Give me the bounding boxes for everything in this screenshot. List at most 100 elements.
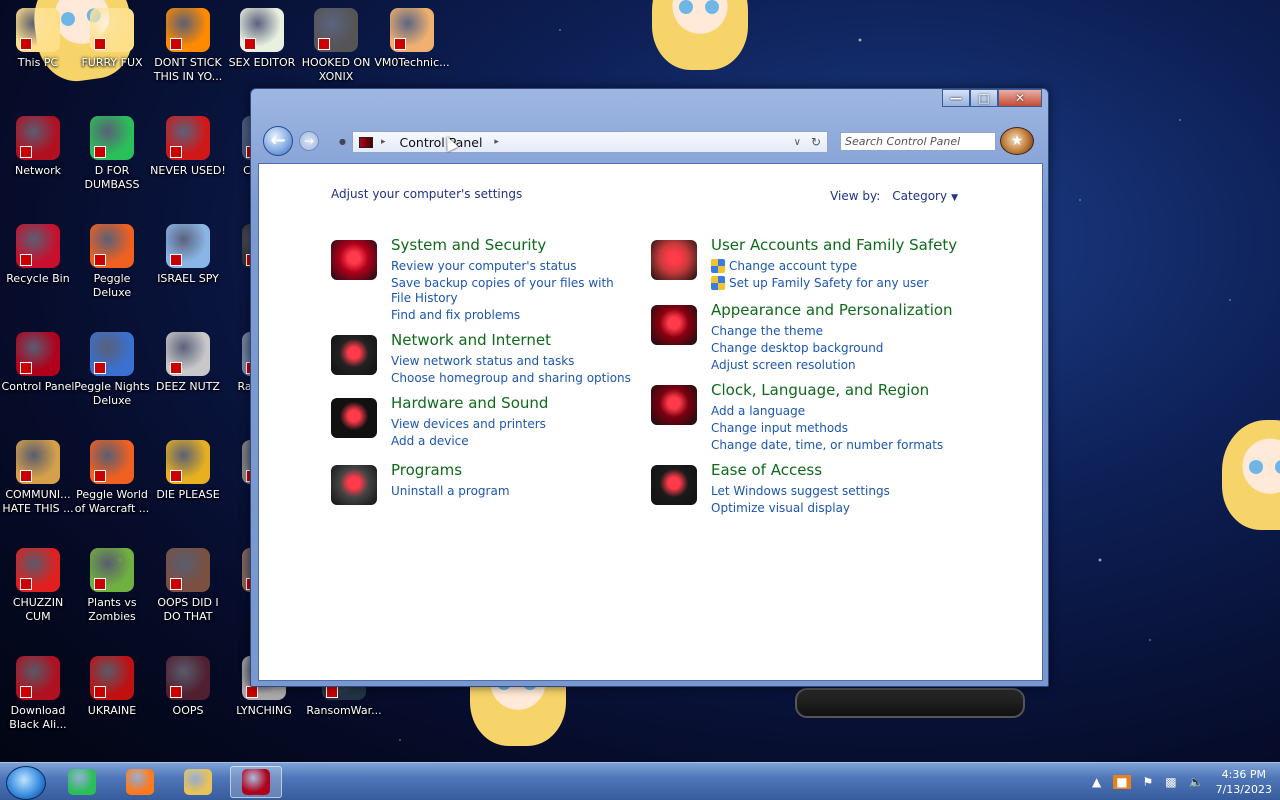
back-button[interactable]: ← — [263, 126, 293, 156]
desktop-icon[interactable]: OOPS DID I DO THAT — [150, 548, 226, 624]
flag-icon[interactable]: ⚑ — [1143, 775, 1154, 789]
category-link-text[interactable]: Add a device — [391, 434, 469, 449]
start-button[interactable] — [6, 766, 46, 800]
hardware-icon[interactable] — [331, 398, 377, 438]
desktop-icon[interactable]: OOPS — [150, 656, 226, 718]
desktop-icon[interactable]: COMMUNI... HATE THIS ... — [0, 440, 76, 516]
category-link[interactable]: Add a device — [391, 434, 631, 449]
chevron-up-icon[interactable]: ▲ — [1092, 775, 1101, 789]
taskbar-firefox[interactable] — [114, 766, 166, 798]
desktop-icon[interactable]: D FOR DUMBASS — [74, 116, 150, 192]
desktop-icon[interactable]: Network — [0, 116, 76, 178]
close-button[interactable]: ✕ — [998, 89, 1042, 107]
taskbar-control-panel[interactable] — [230, 766, 282, 798]
maximize-button[interactable]: □ — [970, 89, 998, 107]
desktop-icon[interactable]: NEVER USED! — [150, 116, 226, 178]
category-link[interactable]: Choose homegroup and sharing options — [391, 371, 631, 386]
category-link[interactable]: Find and fix problems — [391, 308, 631, 323]
desktop-icon[interactable]: This PC — [0, 8, 76, 70]
category-link-text[interactable]: Let Windows suggest settings — [711, 484, 890, 499]
desktop-icon[interactable]: VM0Technic... — [374, 8, 450, 70]
desktop-icon[interactable]: SEX EDITOR — [224, 8, 300, 70]
desktop-icon[interactable]: CHUZZIN CUM — [0, 548, 76, 624]
ease-icon[interactable] — [651, 465, 697, 505]
view-by-dropdown[interactable]: Category ▼ — [892, 189, 958, 203]
category-link-text[interactable]: Choose homegroup and sharing options — [391, 371, 631, 386]
category-title[interactable]: System and Security — [391, 236, 546, 254]
category-link[interactable]: Adjust screen resolution — [711, 358, 951, 373]
category-link-text[interactable]: Change the theme — [711, 324, 823, 339]
category-link[interactable]: Change date, time, or number formats — [711, 438, 951, 453]
category-title[interactable]: Programs — [391, 461, 462, 479]
users-icon[interactable] — [651, 240, 697, 280]
search-input[interactable] — [840, 132, 996, 151]
taskbar-notes[interactable] — [56, 766, 108, 798]
programs-icon[interactable] — [331, 465, 377, 505]
desktop-icon[interactable]: DONT STICK THIS IN YO... — [150, 8, 226, 84]
category-link[interactable]: Review your computer's status — [391, 259, 631, 274]
desktop-icon[interactable]: Control Panel — [0, 332, 76, 394]
category-link[interactable]: Change input methods — [711, 421, 951, 436]
desktop-icon[interactable]: Recycle Bin — [0, 224, 76, 286]
category-title[interactable]: Ease of Access — [711, 461, 822, 479]
category-link-text[interactable]: Change input methods — [711, 421, 848, 436]
category-link[interactable]: Save backup copies of your files with Fi… — [391, 276, 631, 306]
category-link-text[interactable]: Adjust screen resolution — [711, 358, 856, 373]
category-link[interactable]: Uninstall a program — [391, 484, 631, 499]
category-link-text[interactable]: View devices and printers — [391, 417, 546, 432]
category-link-text[interactable]: Change account type — [729, 259, 857, 274]
category-link[interactable]: View network status and tasks — [391, 354, 631, 369]
category-link[interactable]: Set up Family Safety for any user — [711, 276, 951, 291]
category-link-text[interactable]: Find and fix problems — [391, 308, 520, 323]
category-link[interactable]: Change account type — [711, 259, 951, 274]
category-link[interactable]: Let Windows suggest settings — [711, 484, 951, 499]
recent-pages-button[interactable]: ● — [339, 137, 346, 146]
chevron-down-icon[interactable]: ∨ — [794, 137, 801, 148]
desktop-icon[interactable]: Plants vs Zombies — [74, 548, 150, 624]
category-link-text[interactable]: Change desktop background — [711, 341, 883, 356]
tray-app-icon[interactable]: ■ — [1113, 775, 1131, 789]
network-icon[interactable] — [331, 335, 377, 375]
category-title[interactable]: Hardware and Sound — [391, 394, 548, 412]
chevron-right-icon[interactable]: ▸ — [381, 137, 386, 147]
category-link-text[interactable]: Change date, time, or number formats — [711, 438, 943, 453]
desktop-icon[interactable]: Peggle Deluxe — [74, 224, 150, 300]
category-title[interactable]: Appearance and Personalization — [711, 301, 953, 319]
desktop-icon[interactable]: UKRAINE — [74, 656, 150, 718]
category-link-text[interactable]: View network status and tasks — [391, 354, 574, 369]
desktop-icon[interactable]: FURRY FUX — [74, 8, 150, 70]
desktop-icon[interactable]: Peggle World of Warcraft ... — [74, 440, 150, 516]
category-link[interactable]: Add a language — [711, 404, 951, 419]
address-bar[interactable]: ▸ Control Panel ▸ ∨ ↻ — [352, 131, 828, 153]
category-link-text[interactable]: Review your computer's status — [391, 259, 577, 274]
category-link-text[interactable]: Uninstall a program — [391, 484, 510, 499]
breadcrumb-control-panel[interactable]: Control Panel — [400, 135, 483, 150]
volume-icon[interactable]: 🔈 — [1189, 775, 1204, 789]
category-link-text[interactable]: Add a language — [711, 404, 805, 419]
caret-down-icon[interactable]: ▼ — [951, 193, 958, 203]
chevron-right-icon[interactable]: ▸ — [494, 137, 499, 147]
refresh-icon[interactable]: ↻ — [811, 135, 821, 149]
clock[interactable]: 4:36 PM 7/13/2023 — [1216, 767, 1272, 797]
taskbar-file-explorer[interactable] — [172, 766, 224, 798]
desktop-icon[interactable]: Download Black Ali... — [0, 656, 76, 732]
search-button[interactable]: ★ — [1000, 127, 1034, 155]
category-link[interactable]: View devices and printers — [391, 417, 631, 432]
category-title[interactable]: Clock, Language, and Region — [711, 381, 929, 399]
clock-icon[interactable] — [651, 385, 697, 425]
desktop-icon[interactable]: DEEZ NUTZ — [150, 332, 226, 394]
category-link[interactable]: Change the theme — [711, 324, 951, 339]
category-title[interactable]: Network and Internet — [391, 331, 551, 349]
desktop-icon[interactable]: HOOKED ON XONIX — [298, 8, 374, 84]
category-link-text[interactable]: Optimize visual display — [711, 501, 850, 516]
desktop-icon[interactable]: ISRAEL SPY — [150, 224, 226, 286]
appearance-icon[interactable] — [651, 305, 697, 345]
category-link-text[interactable]: Save backup copies of your files with Fi… — [391, 276, 631, 306]
desktop-icon[interactable]: Peggle Nights Deluxe — [74, 332, 150, 408]
desktop-icon[interactable]: DIE PLEASE — [150, 440, 226, 502]
minimize-button[interactable]: — — [942, 89, 970, 107]
forward-button[interactable]: → — [299, 131, 319, 151]
category-link[interactable]: Optimize visual display — [711, 501, 951, 516]
category-link[interactable]: Change desktop background — [711, 341, 951, 356]
category-title[interactable]: User Accounts and Family Safety — [711, 236, 957, 254]
